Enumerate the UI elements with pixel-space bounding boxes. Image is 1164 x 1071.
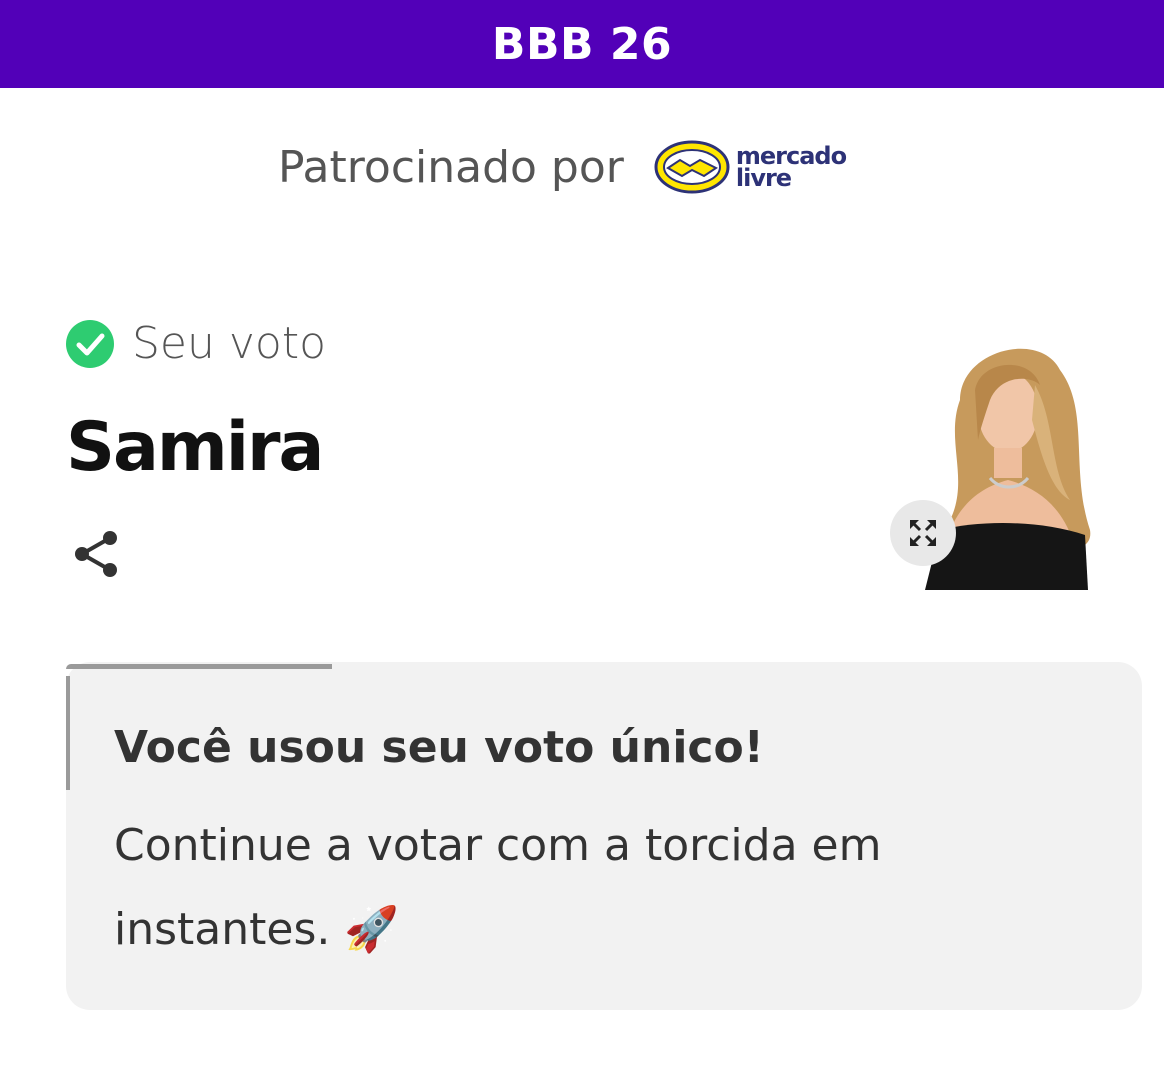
card-body: Continue a votar com a torcida em instan… [114, 820, 882, 955]
sponsor-banner: Patrocinado por mercado livre [278, 132, 847, 202]
vote-status: Seu voto [66, 318, 326, 369]
expand-photo-button[interactable] [890, 500, 956, 566]
card-title: Você usou seu voto único! [114, 722, 764, 773]
sponsor-label: Patrocinado por [278, 141, 624, 193]
mercado-livre-logo: mercado livre [654, 137, 847, 197]
app-header: BBB 26 [0, 0, 1164, 88]
vote-status-label: Seu voto [132, 318, 327, 369]
check-circle-icon [66, 319, 114, 368]
card-progress-accent [66, 664, 332, 669]
expand-icon [910, 520, 936, 546]
candidate-photo [920, 330, 1144, 590]
logo-line2: livre [735, 164, 792, 192]
card-left-accent [66, 676, 70, 790]
header-title: BBB 26 [491, 18, 673, 70]
handshake-icon [654, 140, 730, 194]
share-icon[interactable] [70, 528, 122, 580]
candidate-name: Samira [66, 408, 324, 487]
